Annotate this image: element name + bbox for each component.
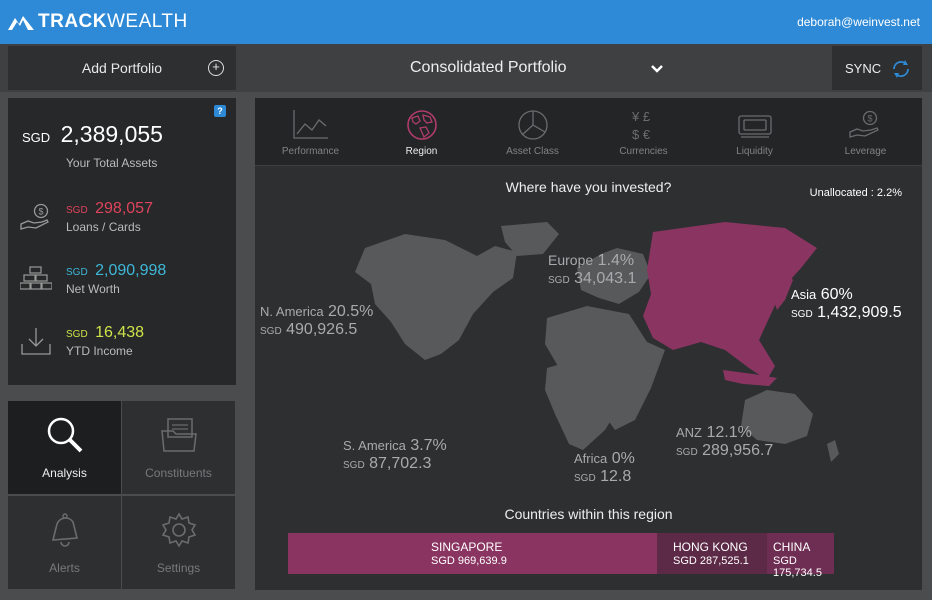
money-hand-icon: $ bbox=[849, 110, 879, 138]
svg-text:$ €: $ € bbox=[632, 127, 651, 142]
country-value: SGD 175,734.5 bbox=[773, 555, 822, 579]
total-currency: SGD bbox=[22, 130, 51, 145]
tab-region-label: Region bbox=[405, 146, 438, 157]
sync-button[interactable]: SYNC bbox=[832, 46, 922, 90]
total-value: 2,389,055 bbox=[60, 121, 163, 147]
country-name: SINGAPORE bbox=[431, 540, 503, 554]
brand-name-light: WEALTH bbox=[107, 11, 188, 32]
sync-icon bbox=[893, 60, 909, 78]
country-bar-hong-kong[interactable]: HONG KONG SGD 287,525.1 bbox=[657, 533, 767, 574]
unallocated-label: Unallocated : 2.2% bbox=[809, 187, 902, 199]
tab-currencies-label: Currencies bbox=[619, 146, 668, 157]
tab-currencies[interactable]: ¥ £ $ € Currencies bbox=[588, 98, 699, 166]
nav-alerts[interactable]: Alerts bbox=[8, 496, 121, 589]
magnifier-icon bbox=[47, 417, 83, 453]
assets-summary-panel: ? SGD 2,389,055 Your Total Assets $ SGD … bbox=[8, 98, 236, 385]
brand-name-bold: TRACK bbox=[38, 11, 107, 32]
country-name: CHINA bbox=[773, 540, 811, 554]
currency-symbols-icon: ¥ £ $ € bbox=[631, 109, 651, 142]
pie-chart-icon bbox=[518, 110, 548, 140]
svg-text:$: $ bbox=[868, 114, 873, 124]
tab-liquidity[interactable]: Liquidity bbox=[699, 98, 810, 166]
tab-region[interactable]: Region bbox=[366, 98, 477, 166]
loans-stat[interactable]: $ SGD 298,057 Loans / Cards bbox=[20, 198, 230, 238]
ytd-income-currency: SGD bbox=[66, 329, 88, 340]
ytd-income-stat[interactable]: SGD 16,438 YTD Income bbox=[20, 322, 230, 362]
total-assets-label: Your Total Assets bbox=[66, 156, 158, 170]
region-label-south-america[interactable]: S. America 3.7% SGD 87,702.3 bbox=[343, 437, 447, 473]
sync-label: SYNC bbox=[845, 60, 882, 76]
loans-label: Loans / Cards bbox=[66, 220, 141, 234]
add-portfolio-button[interactable]: Add Portfolio + bbox=[8, 46, 236, 90]
ytd-income-value: 16,438 bbox=[95, 324, 145, 341]
download-tray-icon bbox=[21, 328, 51, 355]
portfolio-selector[interactable]: Consolidated Portfolio bbox=[410, 59, 567, 77]
cash-stack-icon bbox=[738, 115, 772, 138]
ytd-income-label: YTD Income bbox=[66, 344, 133, 358]
country-name: HONG KONG bbox=[673, 540, 748, 554]
country-value: SGD 287,525.1 bbox=[673, 555, 749, 567]
nav-analysis-label: Analysis bbox=[42, 466, 87, 480]
svg-text:$: $ bbox=[39, 207, 44, 217]
logo[interactable]: TRACK WEALTH bbox=[8, 11, 188, 33]
nav-settings[interactable]: Settings bbox=[122, 496, 235, 589]
tab-performance-label: Performance bbox=[281, 146, 340, 157]
nav-settings-label: Settings bbox=[156, 561, 201, 575]
nav-analysis[interactable]: Analysis bbox=[8, 401, 121, 494]
tab-performance[interactable]: Performance bbox=[255, 98, 366, 166]
total-assets: SGD 2,389,055 bbox=[22, 121, 163, 148]
help-icon[interactable]: ? bbox=[214, 105, 226, 117]
net-worth-stat[interactable]: SGD 2,090,998 Net Worth bbox=[20, 260, 230, 300]
country-bar-china[interactable]: CHINA SGD 175,734.5 bbox=[767, 533, 834, 579]
bell-icon bbox=[51, 513, 79, 547]
country-bar-singapore[interactable]: SINGAPORE SGD 969,639.9 bbox=[288, 533, 657, 574]
add-portfolio-label: Add Portfolio bbox=[81, 60, 163, 76]
line-chart-icon bbox=[293, 110, 328, 139]
money-hand-icon: $ bbox=[20, 203, 49, 230]
folder-documents-icon bbox=[161, 418, 197, 452]
top-bar: TRACK WEALTH deborah@weinvest.net bbox=[0, 0, 932, 44]
analysis-tabs: Performance Region Asset Class ¥ £ $ € C… bbox=[255, 98, 922, 166]
tab-leverage-label: Leverage bbox=[844, 146, 887, 157]
tab-asset-class-label: Asset Class bbox=[506, 146, 559, 157]
tab-leverage[interactable]: $ Leverage bbox=[810, 98, 921, 166]
countries-title: Countries within this region bbox=[504, 506, 673, 522]
region-label-europe[interactable]: Europe 1.4% SGD 34,043.1 bbox=[548, 252, 636, 288]
map-new-zealand[interactable] bbox=[827, 440, 839, 462]
map-north-america[interactable] bbox=[355, 234, 517, 360]
nav-constituents[interactable]: Constituents bbox=[122, 401, 235, 494]
plus-circle-icon: + bbox=[208, 60, 224, 76]
svg-text:¥ £: ¥ £ bbox=[631, 109, 651, 124]
gear-icon bbox=[161, 512, 197, 548]
tab-liquidity-label: Liquidity bbox=[736, 146, 773, 157]
nav-constituents-label: Constituents bbox=[145, 466, 212, 480]
region-label-north-america[interactable]: N. America 20.5% SGD 490,926.5 bbox=[260, 303, 373, 339]
globe-icon bbox=[407, 110, 437, 140]
loans-value: 298,057 bbox=[95, 200, 153, 217]
net-worth-value: 2,090,998 bbox=[95, 262, 167, 279]
chevron-down-icon[interactable] bbox=[650, 62, 664, 76]
nav-alerts-label: Alerts bbox=[49, 561, 80, 575]
mountain-logo-icon bbox=[8, 16, 34, 30]
region-label-asia[interactable]: Asia 60% SGD 1,432,909.5 bbox=[791, 286, 902, 322]
net-worth-label: Net Worth bbox=[66, 282, 120, 296]
region-label-africa[interactable]: Africa 0% SGD 12.8 bbox=[574, 450, 635, 486]
gold-bars-icon bbox=[20, 266, 52, 290]
country-value: SGD 969,639.9 bbox=[431, 555, 507, 567]
region-panel: Performance Region Asset Class ¥ £ $ € C… bbox=[255, 98, 922, 590]
user-email[interactable]: deborah@weinvest.net bbox=[797, 15, 920, 29]
region-label-anz[interactable]: ANZ 12.1% SGD 289,956.7 bbox=[676, 424, 773, 460]
tab-asset-class[interactable]: Asset Class bbox=[477, 98, 588, 166]
net-worth-currency: SGD bbox=[66, 267, 88, 278]
loans-currency: SGD bbox=[66, 205, 88, 216]
